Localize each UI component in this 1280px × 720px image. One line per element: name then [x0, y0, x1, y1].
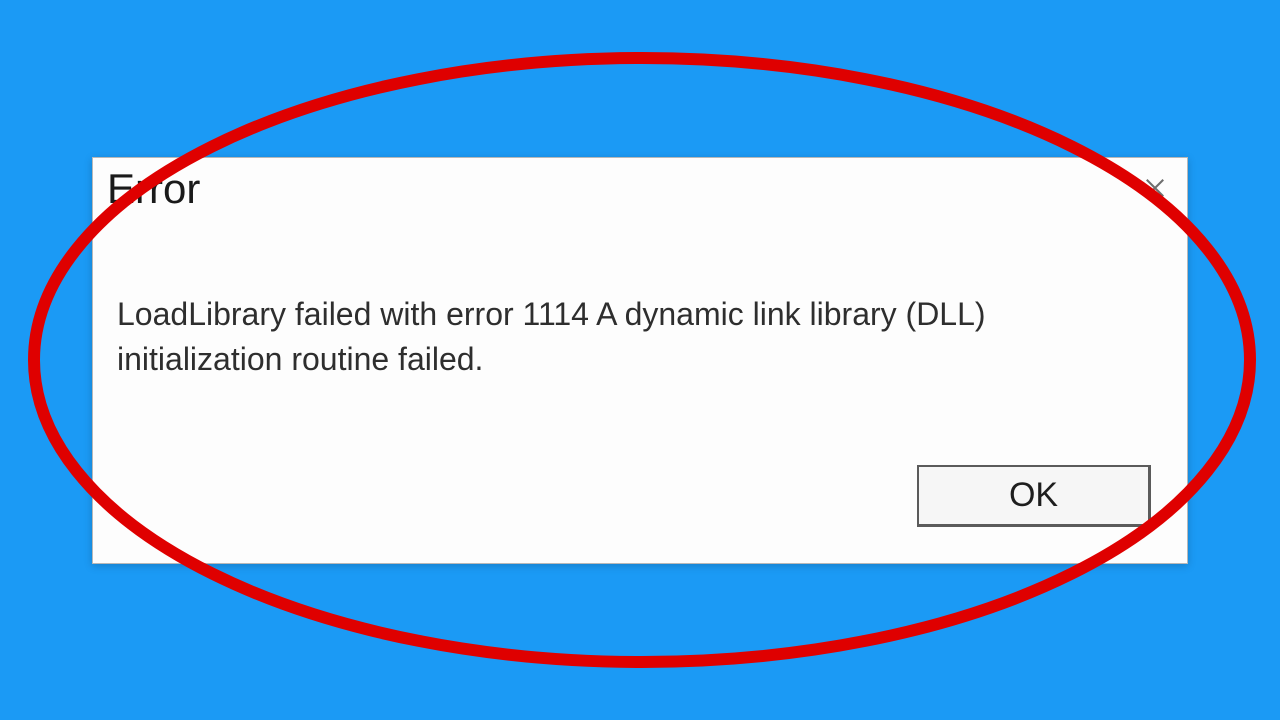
close-button[interactable]	[1135, 170, 1175, 210]
dialog-titlebar: Error	[93, 158, 1187, 222]
close-icon	[1144, 177, 1166, 204]
dialog-message: LoadLibrary failed with error 1114 A dyn…	[93, 222, 1187, 383]
dialog-button-row: OK	[917, 465, 1151, 527]
ok-button[interactable]: OK	[917, 465, 1151, 527]
dialog-title: Error	[107, 166, 200, 212]
error-dialog: Error LoadLibrary failed with error 1114…	[92, 157, 1188, 564]
